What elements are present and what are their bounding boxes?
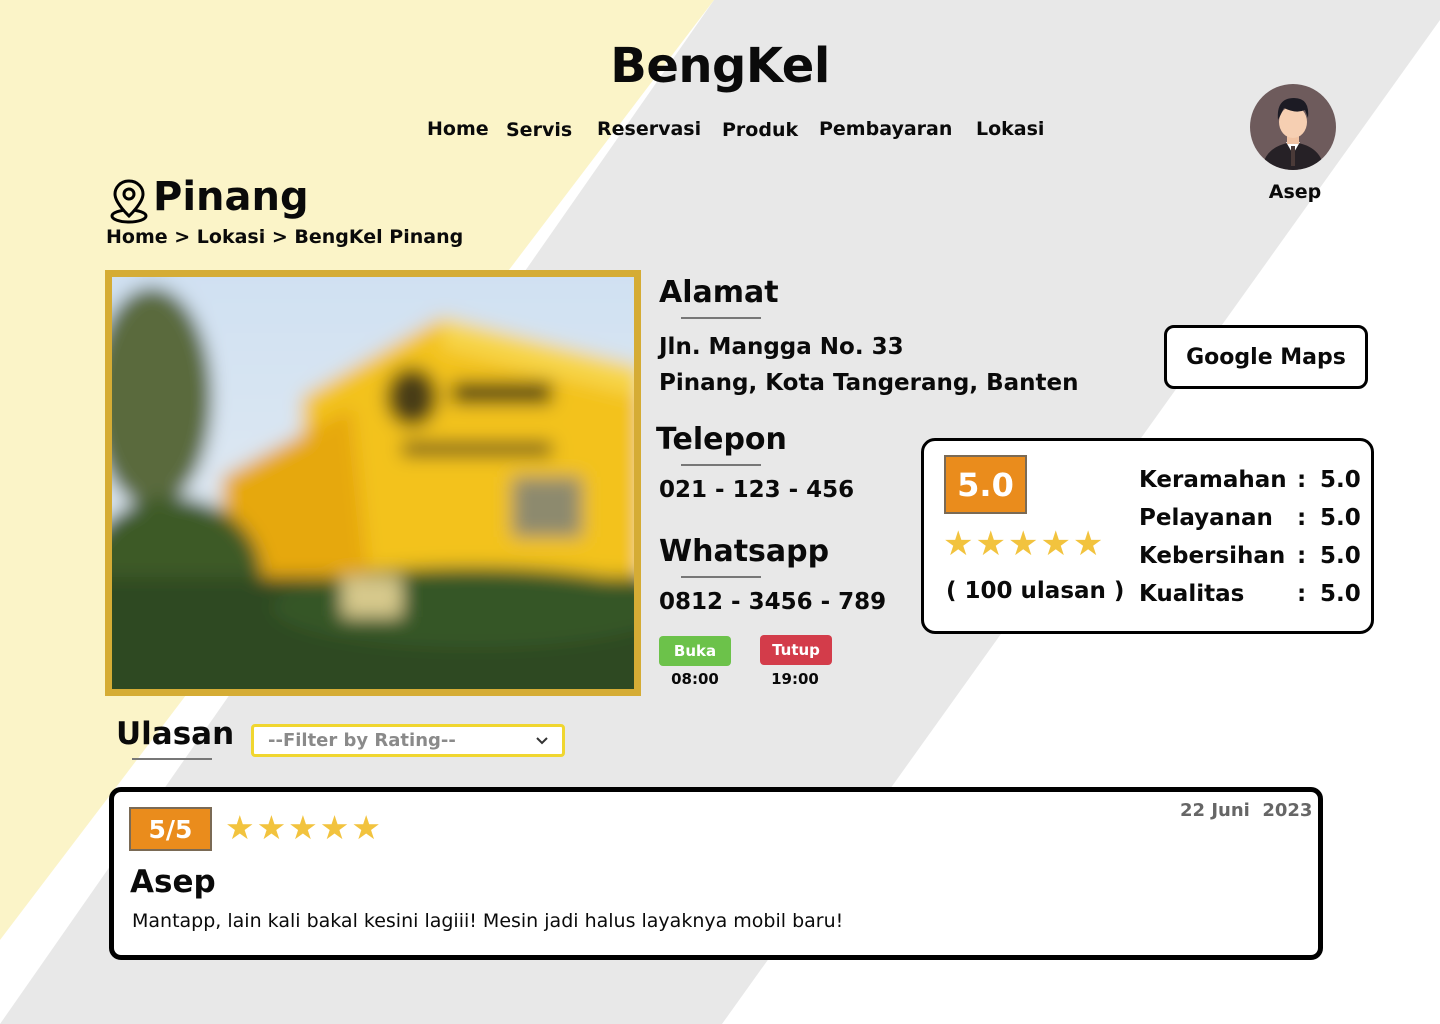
telepon-underline	[681, 464, 761, 466]
user-name[interactable]: Asep	[1250, 181, 1340, 203]
breadcrumb: Home > Lokasi > BengKel Pinang	[106, 226, 463, 248]
page-title: Pinang	[153, 174, 309, 220]
overall-score: 5.0	[944, 455, 1027, 514]
user-avatar-icon[interactable]	[1250, 84, 1336, 170]
nav-lokasi[interactable]: Lokasi	[976, 118, 1044, 140]
criteria-separator: :	[1297, 505, 1307, 531]
telepon-heading: Telepon	[656, 422, 787, 457]
review-date: 22 Juni 2023	[1180, 800, 1313, 821]
breadcrumb-current: BengKel Pinang	[294, 226, 464, 248]
criteria-value: 5.0	[1320, 581, 1361, 607]
open-time: 08:00	[671, 670, 719, 688]
whatsapp-underline	[681, 576, 761, 578]
alamat-heading: Alamat	[659, 275, 779, 310]
alamat-underline	[681, 317, 761, 319]
nav-produk[interactable]: Produk	[722, 119, 798, 141]
nav-home[interactable]: Home	[427, 118, 489, 140]
criteria-separator: :	[1297, 467, 1307, 493]
close-time: 19:00	[771, 670, 819, 688]
review-count: ( 100 ulasan )	[946, 578, 1125, 604]
brand-title: BengKel	[610, 38, 830, 94]
address-line2: Pinang, Kota Tangerang, Banten	[659, 370, 1079, 396]
review-text: Mantapp, lain kali bakal kesini lagiii! …	[132, 910, 844, 932]
criteria-separator: :	[1297, 543, 1307, 569]
criteria-value: 5.0	[1320, 543, 1361, 569]
whatsapp-heading: Whatsapp	[659, 534, 830, 569]
reviews-heading: Ulasan	[116, 716, 235, 752]
criteria-value: 5.0	[1320, 467, 1361, 493]
nav-servis[interactable]: Servis	[506, 119, 572, 141]
breadcrumb-home[interactable]: Home	[106, 226, 168, 248]
reviews-underline	[132, 758, 212, 760]
google-maps-button[interactable]: Google Maps	[1164, 325, 1368, 389]
criteria-name: Pelayanan	[1139, 505, 1273, 531]
review-stars: ★★★★★	[225, 808, 383, 847]
nav-pembayaran[interactable]: Pembayaran	[819, 118, 952, 140]
phone-number: 021 - 123 - 456	[659, 477, 855, 503]
criteria-name: Kualitas	[1139, 581, 1245, 607]
chevron-down-icon	[536, 736, 548, 745]
criteria-name: Kebersihan	[1139, 543, 1286, 569]
map-pin-icon	[108, 178, 150, 224]
close-badge: Tutup	[760, 635, 832, 665]
review-score: 5/5	[129, 807, 212, 851]
criteria-separator: :	[1297, 581, 1307, 607]
whatsapp-number: 0812 - 3456 - 789	[659, 589, 887, 615]
workshop-photo	[105, 270, 641, 696]
criteria-name: Keramahan	[1139, 467, 1287, 493]
criteria-value: 5.0	[1320, 505, 1361, 531]
overall-stars: ★★★★★	[943, 524, 1106, 564]
address-line1: Jln. Mangga No. 33	[659, 334, 904, 360]
breadcrumb-lokasi[interactable]: Lokasi	[197, 226, 265, 248]
rating-filter-placeholder: --Filter by Rating--	[268, 730, 456, 751]
breadcrumb-separator: >	[167, 226, 197, 248]
breadcrumb-separator: >	[265, 226, 295, 248]
rating-filter-select[interactable]: --Filter by Rating--	[251, 724, 565, 757]
nav-reservasi[interactable]: Reservasi	[597, 118, 701, 140]
open-badge: Buka	[659, 636, 731, 666]
review-author: Asep	[130, 864, 216, 900]
